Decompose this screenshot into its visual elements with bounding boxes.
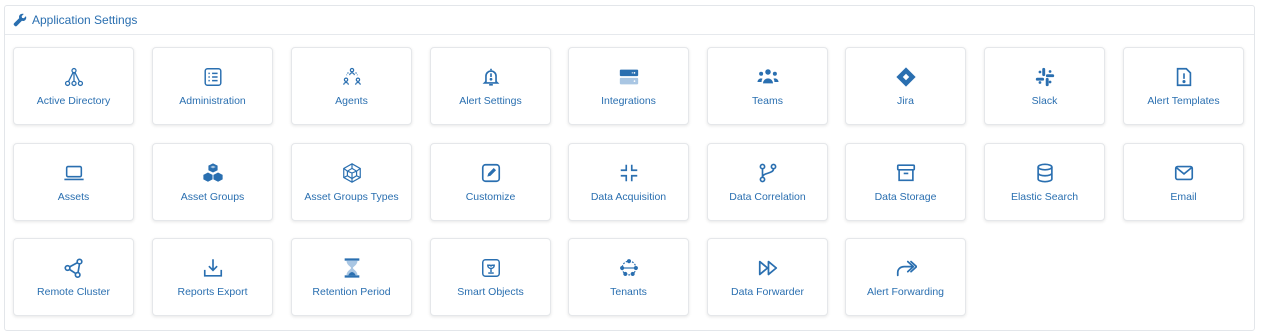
tile-elastic-search[interactable]: Elastic Search bbox=[984, 143, 1105, 221]
share-nodes-icon bbox=[62, 256, 86, 280]
panel-header: Application Settings bbox=[5, 6, 1254, 35]
tile-teams[interactable]: Teams bbox=[707, 47, 828, 125]
archive-icon bbox=[894, 161, 918, 185]
team-icon bbox=[756, 65, 780, 89]
envelope-icon bbox=[1172, 161, 1196, 185]
network-icon bbox=[617, 256, 641, 280]
tile-label: Teams bbox=[752, 95, 783, 107]
branch-icon bbox=[756, 161, 780, 185]
hourglass-icon bbox=[340, 256, 364, 280]
tile-data-forwarder[interactable]: Data Forwarder bbox=[707, 238, 828, 316]
bell-icon bbox=[479, 65, 503, 89]
tile-administration[interactable]: Administration bbox=[152, 47, 273, 125]
tile-label: Administration bbox=[179, 95, 246, 107]
tile-label: Jira bbox=[897, 95, 914, 107]
tile-label: Asset Groups bbox=[180, 191, 245, 203]
server-icon bbox=[617, 65, 641, 89]
tile-alert-templates[interactable]: Alert Templates bbox=[1123, 47, 1244, 125]
tile-assets[interactable]: Assets bbox=[13, 143, 134, 221]
slack-icon bbox=[1033, 65, 1057, 89]
smart-object-icon bbox=[479, 256, 503, 280]
laptop-icon bbox=[62, 161, 86, 185]
database-icon bbox=[1033, 161, 1057, 185]
tile-label: Data Storage bbox=[874, 191, 937, 203]
list-icon bbox=[201, 65, 225, 89]
tile-alert-settings[interactable]: Alert Settings bbox=[430, 47, 551, 125]
tile-alert-forwarding[interactable]: Alert Forwarding bbox=[845, 238, 966, 316]
tile-label: Asset Groups Types bbox=[304, 191, 399, 203]
wrench-icon bbox=[13, 13, 27, 27]
file-alert-icon bbox=[1172, 65, 1196, 89]
forward-arrow-icon bbox=[894, 256, 918, 280]
tile-integrations[interactable]: Integrations bbox=[568, 47, 689, 125]
download-icon bbox=[201, 256, 225, 280]
edit-icon bbox=[479, 161, 503, 185]
tile-label: Email bbox=[1170, 191, 1197, 203]
tile-tenants[interactable]: Tenants bbox=[568, 238, 689, 316]
tile-label: Slack bbox=[1031, 95, 1058, 107]
tile-smart-objects[interactable]: Smart Objects bbox=[430, 238, 551, 316]
hierarchy-icon bbox=[62, 65, 86, 89]
tile-label: Data Correlation bbox=[729, 191, 806, 203]
polyhedron-icon bbox=[340, 161, 364, 185]
tile-label: Integrations bbox=[601, 95, 656, 107]
tile-label: Reports Export bbox=[177, 286, 248, 298]
tile-remote-cluster[interactable]: Remote Cluster bbox=[13, 238, 134, 316]
tile-label: Customize bbox=[465, 191, 516, 203]
panel-title: Application Settings bbox=[32, 13, 138, 27]
tile-label: Data Forwarder bbox=[731, 286, 804, 298]
tile-email[interactable]: Email bbox=[1123, 143, 1244, 221]
tile-data-acquisition[interactable]: Data Acquisition bbox=[568, 143, 689, 221]
jira-icon bbox=[894, 65, 918, 89]
tile-jira[interactable]: Jira bbox=[845, 47, 966, 125]
tile-asset-groups-types[interactable]: Asset Groups Types bbox=[291, 143, 412, 221]
tile-label: Alert Forwarding bbox=[866, 286, 945, 298]
tile-label: Tenants bbox=[610, 286, 647, 298]
tile-label: Retention Period bbox=[312, 286, 391, 298]
tile-active-directory[interactable]: Active Directory bbox=[13, 47, 134, 125]
tile-label: Agents bbox=[335, 95, 368, 107]
compress-icon bbox=[617, 161, 641, 185]
users-network-icon bbox=[340, 65, 364, 89]
cubes-icon bbox=[201, 161, 225, 185]
tile-asset-groups[interactable]: Asset Groups bbox=[152, 143, 273, 221]
tile-label: Remote Cluster bbox=[37, 286, 110, 298]
tile-slack[interactable]: Slack bbox=[984, 47, 1105, 125]
tile-label: Smart Objects bbox=[457, 286, 524, 298]
tile-reports-export[interactable]: Reports Export bbox=[152, 238, 273, 316]
tile-label: Alert Settings bbox=[459, 95, 522, 107]
tile-label: Alert Templates bbox=[1147, 95, 1220, 107]
fast-forward-icon bbox=[756, 256, 780, 280]
tile-customize[interactable]: Customize bbox=[430, 143, 551, 221]
tile-label: Elastic Search bbox=[1010, 191, 1079, 203]
tile-retention-period[interactable]: Retention Period bbox=[291, 238, 412, 316]
tile-label: Data Acquisition bbox=[590, 191, 667, 203]
tile-data-correlation[interactable]: Data Correlation bbox=[707, 143, 828, 221]
tile-label: Active Directory bbox=[36, 95, 111, 107]
tile-data-storage[interactable]: Data Storage bbox=[845, 143, 966, 221]
tile-label: Assets bbox=[57, 191, 90, 203]
tile-agents[interactable]: Agents bbox=[291, 47, 412, 125]
